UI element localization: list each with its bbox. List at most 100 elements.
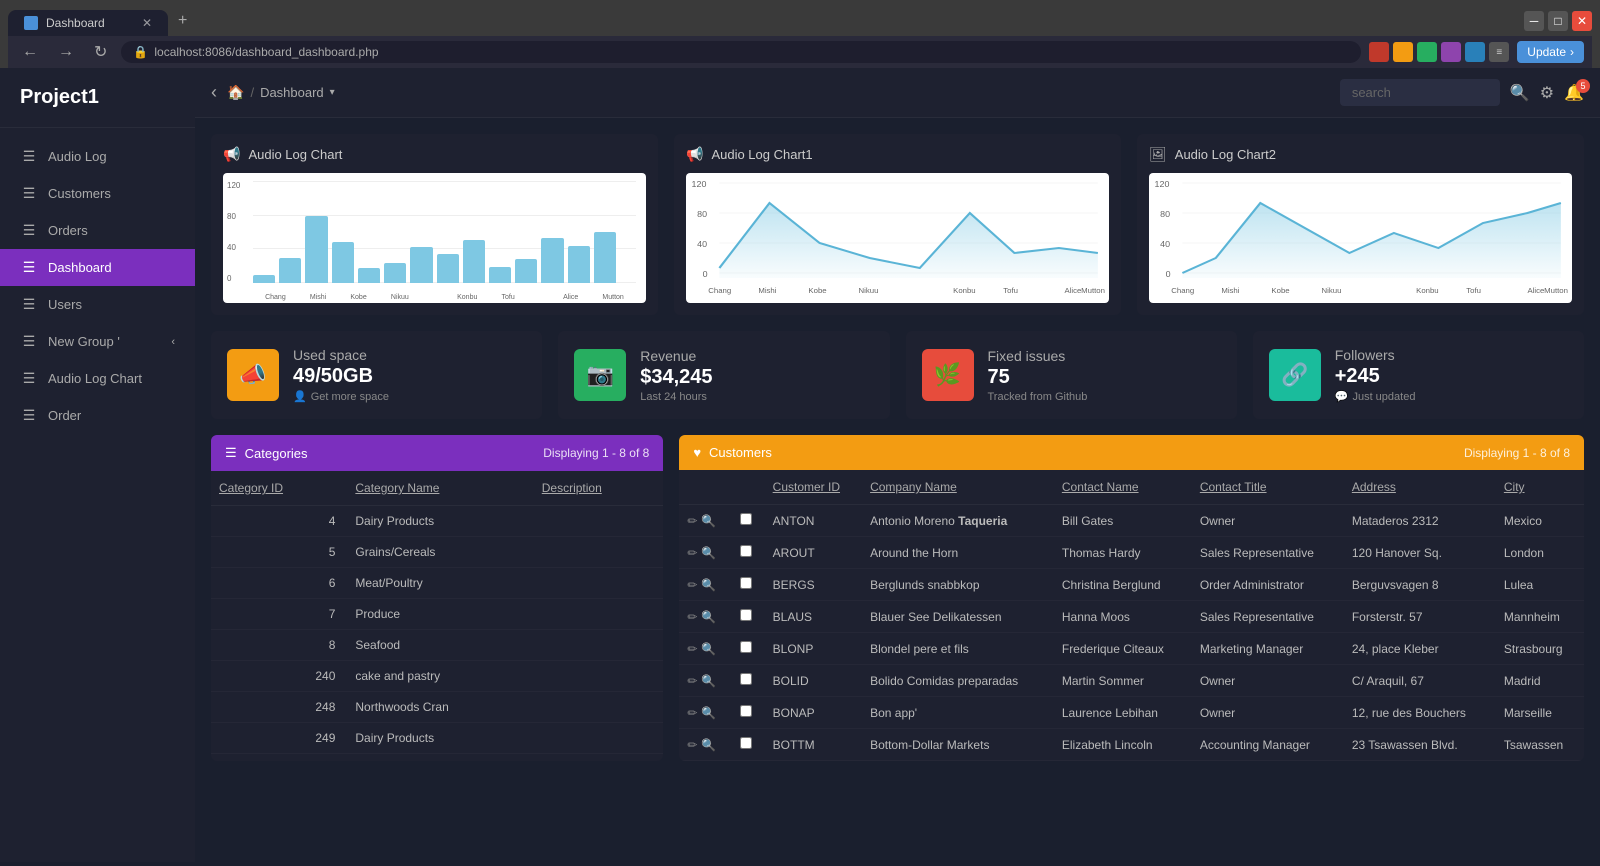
audio-log-chart-icon: ☰: [20, 370, 38, 387]
settings-icon[interactable]: ⚙: [1540, 83, 1554, 103]
stat-card-followers: 🔗 Followers +245 💬 Just updated: [1253, 331, 1584, 419]
sidebar-item-audio-log[interactable]: ☰ Audio Log: [0, 138, 195, 175]
maximize-button[interactable]: □: [1548, 11, 1568, 31]
row-checkbox[interactable]: [740, 641, 752, 653]
browser-tab-active[interactable]: Dashboard ✕: [8, 10, 168, 36]
row-checkbox[interactable]: [740, 673, 752, 685]
row-checkbox-cell[interactable]: [732, 505, 765, 537]
edit-icon[interactable]: ✏: [687, 578, 697, 592]
revenue-value: $34,245: [640, 366, 873, 389]
svg-text:Chang: Chang: [708, 286, 731, 295]
chart-1-title: Audio Log Chart: [248, 147, 342, 162]
home-icon[interactable]: 🏠: [227, 84, 244, 101]
search-row-icon[interactable]: 🔍: [701, 578, 716, 592]
sidebar-item-users[interactable]: ☰ Users: [0, 286, 195, 323]
search-row-icon[interactable]: 🔍: [701, 706, 716, 720]
row-actions-cell[interactable]: ✏ 🔍: [679, 633, 732, 665]
row-actions-cell[interactable]: ✏ 🔍: [679, 505, 732, 537]
sidebar-item-order[interactable]: ☰ Order: [0, 397, 195, 434]
categories-icon: ☰: [225, 445, 237, 461]
search-row-icon[interactable]: 🔍: [701, 610, 716, 624]
col-category-name: Category Name: [347, 471, 533, 506]
row-checkbox[interactable]: [740, 705, 752, 717]
row-checkbox[interactable]: [740, 609, 752, 621]
svg-text:Alice: Alice: [1064, 286, 1081, 295]
forward-button[interactable]: →: [52, 41, 80, 63]
minimize-button[interactable]: ─: [1524, 11, 1544, 31]
edit-icon[interactable]: ✏: [687, 610, 697, 624]
cat-desc-cell: [534, 537, 664, 568]
edit-icon[interactable]: ✏: [687, 738, 697, 752]
row-checkbox[interactable]: [740, 577, 752, 589]
revenue-sub: Last 24 hours: [640, 391, 873, 403]
sidebar-label-audio-log: Audio Log: [48, 149, 107, 164]
url-bar[interactable]: 🔒 localhost:8086/dashboard_dashboard.php: [121, 41, 1361, 63]
edit-icon[interactable]: ✏: [687, 514, 697, 528]
ext-icon-5: [1465, 42, 1485, 62]
row-checkbox-cell[interactable]: [732, 537, 765, 569]
categories-table: Category ID Category Name Description 4 …: [211, 471, 663, 754]
search-row-icon[interactable]: 🔍: [701, 642, 716, 656]
chart-card-2: 📢 Audio Log Chart1: [674, 134, 1121, 315]
sidebar-item-new-group[interactable]: ☰ New Group ' ‹: [0, 323, 195, 360]
tab-close-icon[interactable]: ✕: [142, 16, 152, 30]
address-cell: 120 Hanover Sq.: [1344, 537, 1496, 569]
row-checkbox-cell[interactable]: [732, 697, 765, 729]
row-checkbox[interactable]: [740, 513, 752, 525]
svg-text:Chang: Chang: [1171, 286, 1194, 295]
row-checkbox-cell[interactable]: [732, 633, 765, 665]
search-icon[interactable]: 🔍: [1510, 83, 1530, 103]
row-checkbox-cell[interactable]: [732, 665, 765, 697]
sidebar-label-users: Users: [48, 297, 82, 312]
edit-icon[interactable]: ✏: [687, 546, 697, 560]
col-address: Address: [1344, 470, 1496, 505]
notifications-bell-icon[interactable]: 🔔 5: [1564, 83, 1584, 103]
cat-id-cell: 249: [211, 723, 347, 754]
sidebar-item-customers[interactable]: ☰ Customers: [0, 175, 195, 212]
search-input[interactable]: [1340, 79, 1500, 106]
row-actions-cell[interactable]: ✏ 🔍: [679, 697, 732, 729]
row-checkbox-cell[interactable]: [732, 569, 765, 601]
search-row-icon[interactable]: 🔍: [701, 674, 716, 688]
sidebar-item-orders[interactable]: ☰ Orders: [0, 212, 195, 249]
chart-card-1: 📢 Audio Log Chart 12080400: [211, 134, 658, 315]
search-row-icon[interactable]: 🔍: [701, 546, 716, 560]
new-tab-button[interactable]: +: [168, 6, 197, 36]
row-actions-cell[interactable]: ✏ 🔍: [679, 665, 732, 697]
close-button[interactable]: ✕: [1572, 11, 1592, 31]
contact-name-cell: Elizabeth Lincoln: [1054, 729, 1192, 761]
reload-button[interactable]: ↻: [88, 40, 113, 64]
search-row-icon[interactable]: 🔍: [701, 738, 716, 752]
row-checkbox-cell[interactable]: [732, 729, 765, 761]
row-actions-cell[interactable]: ✏ 🔍: [679, 569, 732, 601]
chart-1-area: 12080400: [223, 173, 646, 303]
used-space-title: Used space: [293, 347, 526, 363]
categories-header-left: ☰ Categories: [225, 445, 308, 461]
row-actions-cell[interactable]: ✏ 🔍: [679, 601, 732, 633]
edit-icon[interactable]: ✏: [687, 642, 697, 656]
back-button[interactable]: ←: [16, 41, 44, 63]
ext-icon-3: [1417, 42, 1437, 62]
row-actions-cell[interactable]: ✏ 🔍: [679, 729, 732, 761]
company-name-cell: Blondel pere et fils: [862, 633, 1054, 665]
stats-row: 📣 Used space 49/50GB 👤 Get more space 📷 …: [211, 331, 1584, 419]
row-checkbox[interactable]: [740, 545, 752, 557]
edit-icon[interactable]: ✏: [687, 706, 697, 720]
sidebar-item-audio-log-chart[interactable]: ☰ Audio Log Chart: [0, 360, 195, 397]
menu-toggle-button[interactable]: ‹: [211, 82, 217, 103]
table-row: ✏ 🔍 BOTTM Bottom-Dollar Markets Elizabet…: [679, 729, 1584, 761]
row-actions-cell[interactable]: ✏ 🔍: [679, 537, 732, 569]
svg-text:80: 80: [1160, 209, 1170, 218]
chevron-down-icon: ▾: [330, 87, 335, 98]
table-row: 240 cake and pastry: [211, 661, 663, 692]
customer-id-cell: BONAP: [765, 697, 862, 729]
row-checkbox[interactable]: [740, 737, 752, 749]
search-row-icon[interactable]: 🔍: [701, 514, 716, 528]
orders-icon: ☰: [20, 222, 38, 239]
sidebar-item-dashboard[interactable]: ☰ Dashboard: [0, 249, 195, 286]
edit-icon[interactable]: ✏: [687, 674, 697, 688]
chart-3-svg: 120 80 40 0 Chang Mishi Kobe Nikuu Konbu…: [1149, 173, 1572, 303]
row-checkbox-cell[interactable]: [732, 601, 765, 633]
update-button[interactable]: Update ›: [1517, 41, 1584, 63]
svg-text:Tofu: Tofu: [1466, 286, 1481, 295]
